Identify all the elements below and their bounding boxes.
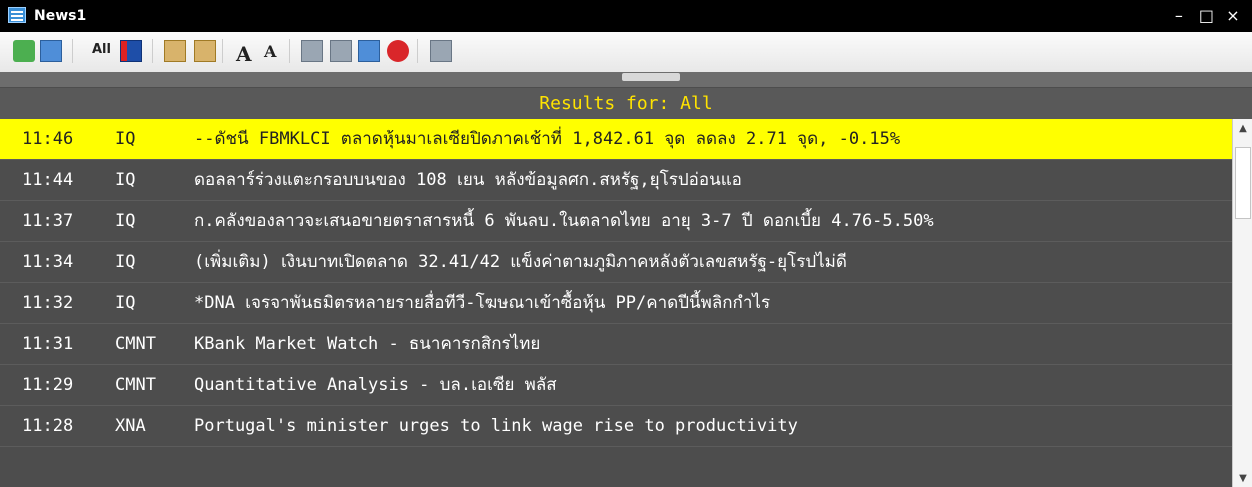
title-bar[interactable]: News1 – □ × — [0, 0, 1252, 32]
resize-handle[interactable] — [622, 73, 680, 81]
news-list-rows: 11:46 IQ --ดัชนี FBMKLCI ตลาดหุ้นมาเลเซี… — [0, 119, 1232, 447]
news-source: IQ — [115, 252, 136, 272]
news-source: IQ — [115, 129, 136, 149]
results-label: Results for: All — [0, 88, 1252, 119]
next-page-icon[interactable] — [358, 40, 380, 62]
news-time: 11:28 — [22, 416, 74, 436]
toolbar-separator — [222, 39, 223, 63]
news-headline: *DNA เจรจาพันธมิตรหลายรายสื่อทีวี-โฆษณาเ… — [194, 293, 771, 313]
news-headline: (เพิ่มเติม) เงินบาทเปิดตลาด 32.41/42 แข็… — [194, 252, 847, 272]
news-headline: --ดัชนี FBMKLCI ตลาดหุ้นมาเลเซียปิดภาคเช… — [194, 129, 901, 149]
list-item[interactable]: 11:34 IQ (เพิ่มเติม) เงินบาทเปิดตลาด 32.… — [0, 242, 1232, 283]
all-filter-button[interactable]: All — [92, 42, 111, 57]
news-headline: ก.คลังของลาวจะเสนอขายตราสารหนี้ 6 พันลบ.… — [194, 211, 934, 231]
increase-font-button[interactable]: A — [236, 42, 252, 66]
news-headline: Portugal's minister urges to link wage r… — [194, 416, 798, 436]
decrease-font-button[interactable]: A — [264, 42, 276, 61]
toolbar-separator — [72, 39, 73, 63]
news-time: 11:34 — [22, 252, 74, 272]
scrollbar-thumb[interactable] — [1235, 147, 1251, 219]
search-window-icon[interactable] — [430, 40, 452, 62]
news-source: CMNT — [115, 334, 156, 354]
previous-page-icon[interactable] — [330, 40, 352, 62]
list-item[interactable]: 11:44 IQ ดอลลาร์ร่วงแตะกรอบบนของ 108 เยน… — [0, 160, 1232, 201]
news-time: 11:32 — [22, 293, 74, 313]
news-source: CMNT — [115, 375, 156, 395]
news-time: 11:46 — [22, 129, 74, 149]
scroll-up-icon[interactable]: ▲ — [1233, 121, 1252, 137]
news-headline: ดอลลาร์ร่วงแตะกรอบบนของ 108 เยน หลังข้อม… — [194, 170, 742, 190]
news-time: 11:29 — [22, 375, 74, 395]
news-source: IQ — [115, 170, 136, 190]
list-item[interactable]: 11:37 IQ ก.คลังของลาวจะเสนอขายตราสารหนี้… — [0, 201, 1232, 242]
news-time: 11:44 — [22, 170, 74, 190]
news-source: IQ — [115, 293, 136, 313]
list-item[interactable]: 11:31 CMNT KBank Market Watch - ธนาคารกส… — [0, 324, 1232, 365]
pin-icon[interactable] — [13, 40, 35, 62]
edit-list-icon[interactable] — [194, 40, 216, 62]
news-list: 11:46 IQ --ดัชนี FBMKLCI ตลาดหุ้นมาเลเซี… — [0, 119, 1252, 487]
list-item[interactable]: 11:28 XNA Portugal's minister urges to l… — [0, 406, 1232, 447]
news-headline: KBank Market Watch - ธนาคารกสิกรไทย — [194, 334, 541, 354]
list-item[interactable]: 11:29 CMNT Quantitative Analysis - บล.เอ… — [0, 365, 1232, 406]
close-icon[interactable]: × — [1226, 6, 1244, 25]
window-title: News1 — [34, 8, 87, 24]
vertical-scrollbar[interactable]: ▲ ▼ — [1232, 119, 1252, 487]
stop-icon[interactable] — [387, 40, 409, 62]
news-time: 11:31 — [22, 334, 74, 354]
news-headline: Quantitative Analysis - บล.เอเซีย พลัส — [194, 375, 557, 395]
refresh-news-icon[interactable] — [40, 40, 62, 62]
layout-menu-icon[interactable] — [164, 40, 186, 62]
toolbar-separator — [417, 39, 418, 63]
minimize-icon[interactable]: – — [1172, 6, 1190, 25]
news-window: News1 – □ × All A A Results for: All 11:… — [0, 0, 1252, 487]
window-controls: – □ × — [1172, 6, 1244, 25]
news-window-icon — [8, 7, 26, 23]
maximize-icon[interactable]: □ — [1199, 6, 1217, 25]
toolbar-separator — [152, 39, 153, 63]
toolbar-separator — [289, 39, 290, 63]
news-time: 11:37 — [22, 211, 74, 231]
first-page-icon[interactable] — [301, 40, 323, 62]
scroll-down-icon[interactable]: ▼ — [1233, 471, 1252, 487]
news-source: XNA — [115, 416, 146, 436]
toolbar: All A A — [0, 32, 1252, 73]
flag-filter-icon[interactable] — [120, 40, 142, 62]
list-item[interactable]: 11:46 IQ --ดัชนี FBMKLCI ตลาดหุ้นมาเลเซี… — [0, 119, 1232, 160]
news-source: IQ — [115, 211, 136, 231]
list-item[interactable]: 11:32 IQ *DNA เจรจาพันธมิตรหลายรายสื่อที… — [0, 283, 1232, 324]
